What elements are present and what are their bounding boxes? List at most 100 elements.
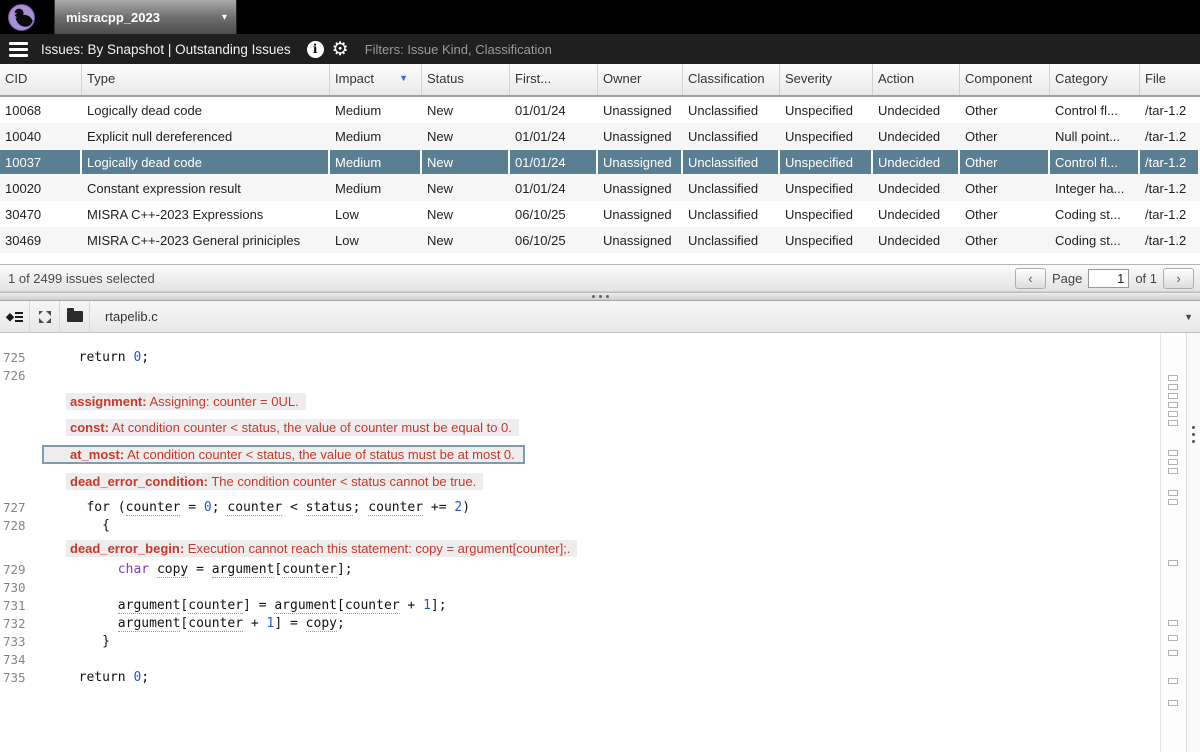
event-marker-icon[interactable] <box>1168 678 1178 684</box>
code-token <box>63 562 118 577</box>
event-marker-icon[interactable] <box>1168 620 1178 626</box>
event-text: Assigning: counter = 0UL. <box>147 394 299 409</box>
events-list-icon <box>6 311 23 323</box>
event-marker-icon[interactable] <box>1168 635 1178 641</box>
code-token: char <box>118 562 149 577</box>
cell-owner: Unassigned <box>598 201 683 227</box>
column-header-category[interactable]: Category <box>1050 64 1140 95</box>
file-tab[interactable]: rtapelib.c <box>105 309 158 324</box>
code-token: [ <box>337 598 345 613</box>
event-marker-icon[interactable] <box>1168 700 1178 706</box>
cell-category: Null point... <box>1050 123 1140 149</box>
table-row[interactable]: 10020Constant expression resultMediumNew… <box>0 175 1200 201</box>
event-marker-icon[interactable] <box>1168 560 1178 566</box>
event-marker-icon[interactable] <box>1168 393 1178 399</box>
event-chip[interactable]: assignment: Assigning: counter = 0UL. <box>66 393 306 410</box>
code-token: ; <box>141 670 149 685</box>
cell-action: Undecided <box>873 97 960 123</box>
column-header-file[interactable]: File <box>1140 64 1200 95</box>
cell-component: Other <box>960 123 1050 149</box>
gear-icon[interactable]: ⚙ <box>332 40 349 59</box>
column-header-type[interactable]: Type <box>82 64 330 95</box>
cell-status: New <box>422 149 510 175</box>
event-marker-icon[interactable] <box>1168 402 1178 408</box>
cell-classification: Unclassified <box>683 97 780 123</box>
cell-file: /tar-1.2 <box>1140 149 1200 175</box>
column-header-first[interactable]: First... <box>510 64 598 95</box>
event-line: assignment: Assigning: counter = 0UL. <box>0 393 1200 410</box>
cell-status: New <box>422 175 510 201</box>
table-row[interactable]: 10037Logically dead codeMediumNew01/01/2… <box>0 149 1200 175</box>
code-token: 0 <box>204 500 212 515</box>
code-token: ; <box>353 500 369 515</box>
event-marker-icon[interactable] <box>1168 650 1178 656</box>
cell-cid: 10068 <box>0 97 82 123</box>
cell-cid: 30469 <box>0 227 82 253</box>
event-chip[interactable]: const: At condition counter < status, th… <box>66 419 519 436</box>
cell-status: New <box>422 97 510 123</box>
file-list-caret-icon[interactable]: ▼ <box>1184 312 1193 322</box>
line-number: 735 <box>0 669 63 687</box>
cell-severity: Unspecified <box>780 97 873 123</box>
cell-impact: Medium <box>330 149 422 175</box>
prev-page-button[interactable]: ‹ <box>1015 268 1046 289</box>
page-number-input[interactable] <box>1088 269 1129 288</box>
table-row[interactable]: 10068Logically dead codeMediumNew01/01/2… <box>0 97 1200 123</box>
event-marker-icon[interactable] <box>1168 420 1178 426</box>
event-marker-icon[interactable] <box>1168 450 1178 456</box>
event-marker-icon[interactable] <box>1168 499 1178 505</box>
event-marker-icon[interactable] <box>1168 375 1178 381</box>
column-header-component[interactable]: Component <box>960 64 1050 95</box>
code-token: counter <box>188 598 243 614</box>
table-row[interactable]: 10040Explicit null dereferencedMediumNew… <box>0 123 1200 149</box>
code-token: counter <box>282 562 337 578</box>
sort-caret-icon[interactable]: ▼ <box>399 73 408 83</box>
column-header-impact[interactable]: Impact▼ <box>330 64 422 95</box>
event-line: const: At condition counter < status, th… <box>0 419 1200 436</box>
code-line: 733 } <box>0 633 1200 651</box>
code-scrollbar[interactable] <box>1186 333 1200 752</box>
event-chip[interactable]: dead_error_begin: Execution cannot reach… <box>66 540 577 557</box>
code-token: counter <box>368 500 423 516</box>
event-marker-icon[interactable] <box>1168 384 1178 390</box>
cell-component: Other <box>960 149 1050 175</box>
splitter-dot <box>599 295 602 298</box>
show-events-button[interactable] <box>0 301 30 333</box>
code-token: 1 <box>423 598 431 613</box>
source-code-view: 725 return 0;726assignment: Assigning: c… <box>0 333 1200 752</box>
cell-owner: Unassigned <box>598 175 683 201</box>
column-header-action[interactable]: Action <box>873 64 960 95</box>
event-marker-icon[interactable] <box>1168 411 1178 417</box>
event-chip[interactable]: at_most: At condition counter < status, … <box>42 445 525 464</box>
scrollbar-grip-icon[interactable] <box>1192 426 1195 443</box>
column-header-classification[interactable]: Classification <box>683 64 780 95</box>
next-page-button[interactable]: › <box>1163 268 1194 289</box>
cell-classification: Unclassified <box>683 227 780 253</box>
cell-classification: Unclassified <box>683 123 780 149</box>
column-header-severity[interactable]: Severity <box>780 64 873 95</box>
event-line: dead_error_begin: Execution cannot reach… <box>0 540 1200 557</box>
pane-splitter[interactable] <box>0 292 1200 301</box>
event-tag: at_most: <box>70 447 124 462</box>
line-number: 734 <box>0 651 63 669</box>
table-row[interactable]: 30469MISRA C++-2023 General priniciplesL… <box>0 227 1200 253</box>
code-line: 727 for (counter = 0; counter < status; … <box>0 499 1200 517</box>
column-header-status[interactable]: Status <box>422 64 510 95</box>
menu-icon[interactable] <box>9 42 28 57</box>
event-marker-icon[interactable] <box>1168 468 1178 474</box>
expand-view-button[interactable] <box>30 301 60 333</box>
column-header-cid[interactable]: CID <box>0 64 82 95</box>
code-token: ; <box>337 616 345 631</box>
top-bar: misracpp_2023 ▾ <box>0 0 1200 34</box>
code-token: argument <box>118 598 181 614</box>
event-chip[interactable]: dead_error_condition: The condition coun… <box>66 473 483 490</box>
column-header-owner[interactable]: Owner <box>598 64 683 95</box>
event-marker-icon[interactable] <box>1168 459 1178 465</box>
event-marker-icon[interactable] <box>1168 490 1178 496</box>
pagination: ‹ Page of 1 › <box>1015 268 1194 289</box>
info-icon[interactable]: i <box>307 41 324 58</box>
code-token: argument <box>118 616 181 632</box>
project-selector[interactable]: misracpp_2023 ▾ <box>54 0 237 34</box>
table-row[interactable]: 30470MISRA C++-2023 ExpressionsLowNew06/… <box>0 201 1200 227</box>
file-browser-button[interactable] <box>60 301 90 333</box>
